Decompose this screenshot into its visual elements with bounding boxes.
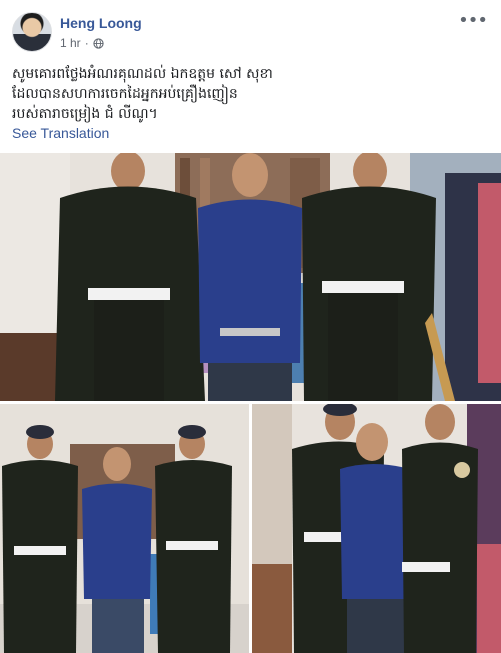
- post-caption: សូមគោរពថ្លែងអំណរគុណដល់ ឯកឧត្តម សៅ សុខា ដ…: [12, 66, 273, 122]
- post-meta: 1 hr ·: [60, 36, 104, 50]
- post-photo-right[interactable]: [252, 404, 501, 653]
- globe-icon: [93, 37, 104, 49]
- post-photo-left[interactable]: [0, 404, 249, 653]
- post-photo-main[interactable]: [0, 153, 501, 401]
- see-translation-link[interactable]: See Translation: [12, 125, 109, 141]
- facebook-post: Heng Loong 1 hr · ••• សូមគោរពថ្លែងអំណរគុ…: [0, 0, 501, 653]
- meta-separator: ·: [84, 36, 89, 50]
- author-name[interactable]: Heng Loong: [60, 15, 142, 31]
- post-header: Heng Loong 1 hr · •••: [12, 12, 489, 54]
- more-options-icon[interactable]: •••: [458, 12, 488, 30]
- profile-avatar[interactable]: [12, 12, 52, 52]
- post-timestamp[interactable]: 1 hr: [60, 36, 81, 50]
